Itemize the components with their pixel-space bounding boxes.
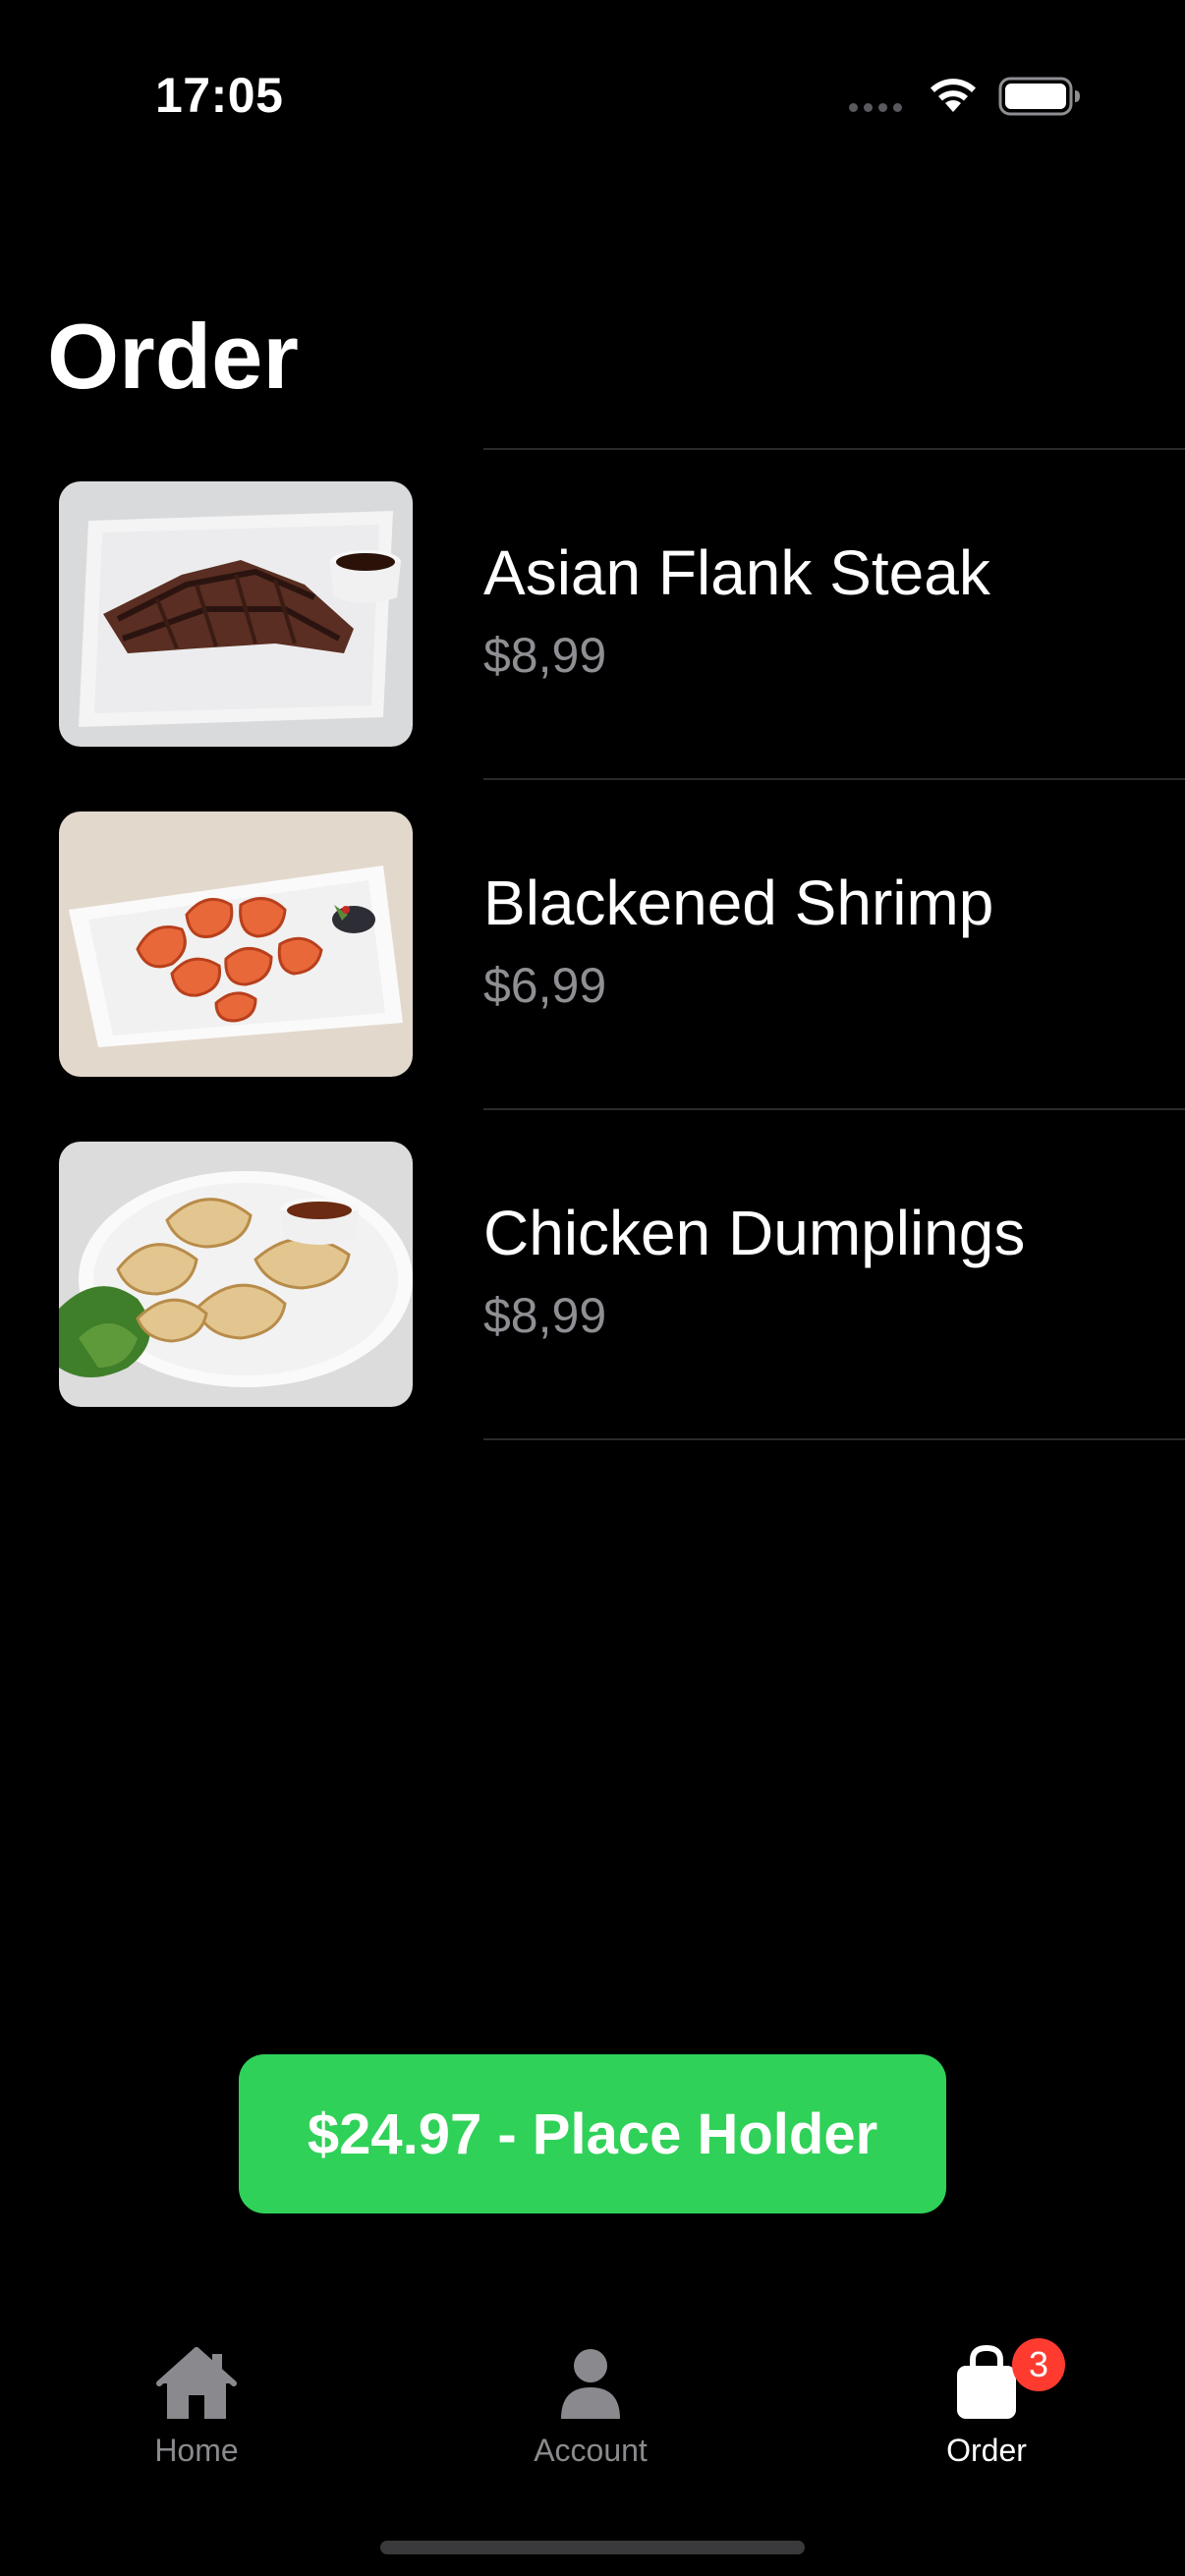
item-name: Blackened Shrimp bbox=[483, 868, 994, 938]
item-name: Chicken Dumplings bbox=[483, 1198, 1026, 1268]
battery-icon bbox=[998, 77, 1080, 116]
list-divider bbox=[483, 1438, 1185, 1440]
order-item-dumplings[interactable]: Chicken Dumplings $8,99 bbox=[0, 1110, 1185, 1438]
shrimp-photo bbox=[59, 812, 413, 1077]
item-price: $8,99 bbox=[483, 628, 607, 683]
tab-order[interactable]: Order bbox=[869, 2344, 1104, 2482]
order-item-shrimp[interactable]: Blackened Shrimp $6,99 bbox=[0, 780, 1185, 1108]
item-name: Asian Flank Steak bbox=[483, 537, 990, 608]
house-icon bbox=[156, 2347, 237, 2419]
cellular-signal-icon bbox=[849, 103, 902, 112]
home-indicator[interactable] bbox=[380, 2541, 805, 2554]
status-time: 17:05 bbox=[155, 68, 284, 123]
place-order-button[interactable]: $24.97 - Place Holder bbox=[239, 2054, 946, 2213]
order-count-badge: 3 bbox=[1012, 2338, 1065, 2391]
flank-steak-photo bbox=[59, 481, 413, 747]
tab-label: Account bbox=[534, 2433, 648, 2468]
item-price: $6,99 bbox=[483, 958, 607, 1013]
wifi-icon bbox=[931, 79, 976, 112]
tab-label: Home bbox=[154, 2433, 239, 2468]
dumplings-photo bbox=[59, 1142, 413, 1407]
item-price: $8,99 bbox=[483, 1288, 607, 1343]
tab-label: Order bbox=[946, 2433, 1027, 2468]
person-icon bbox=[561, 2349, 620, 2419]
order-item-flank-steak[interactable]: Asian Flank Steak $8,99 bbox=[0, 450, 1185, 778]
page-title: Order bbox=[47, 305, 299, 408]
tab-account[interactable]: Account bbox=[473, 2344, 708, 2482]
tab-home[interactable]: Home bbox=[79, 2344, 314, 2482]
